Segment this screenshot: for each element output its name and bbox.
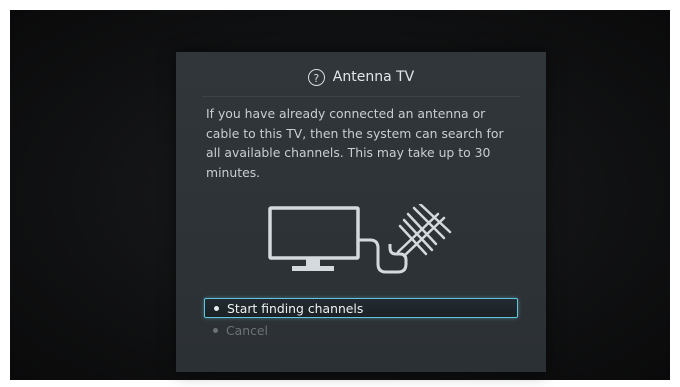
option-list: Start finding channels Cancel <box>204 298 518 340</box>
option-label: Cancel <box>226 322 268 338</box>
tv-screen: ? Antenna TV If you have already connect… <box>10 10 670 380</box>
bullet-icon <box>213 327 218 333</box>
dialog-header: ? Antenna TV <box>202 64 520 97</box>
antenna-tv-dialog: ? Antenna TV If you have already connect… <box>176 52 546 372</box>
antenna-icon <box>396 202 452 258</box>
dialog-title: Antenna TV <box>332 69 415 85</box>
option-label: Start finding channels <box>227 300 364 316</box>
tv-antenna-illustration <box>268 202 458 283</box>
tv-icon <box>268 206 360 260</box>
bullet-icon <box>214 305 219 311</box>
help-circle-icon: ? <box>307 68 325 86</box>
dialog-message: If you have already connected an antenna… <box>206 106 504 180</box>
start-finding-channels-option[interactable]: Start finding channels <box>204 298 518 318</box>
cancel-option[interactable]: Cancel <box>204 320 518 340</box>
